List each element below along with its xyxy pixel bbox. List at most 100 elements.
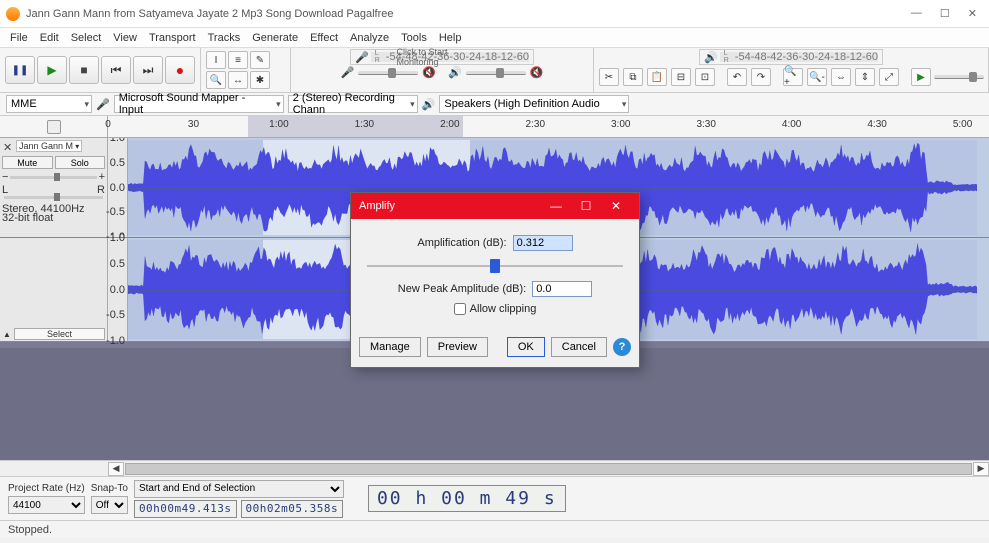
fit-selection-button[interactable]: ⇔ [831, 68, 851, 86]
paste-button[interactable]: 📋 [647, 68, 667, 86]
play-at-speed-button[interactable]: ▶ [911, 68, 931, 86]
dialog-maximize-button[interactable]: ☐ [571, 199, 601, 213]
ok-button[interactable]: OK [507, 337, 545, 357]
cut-button[interactable]: ✂ [599, 68, 619, 86]
zoom-tool[interactable]: 🔍 [206, 71, 226, 89]
undo-button[interactable]: ↶ [727, 68, 747, 86]
amplify-dialog: Amplify — ☐ ✕ Amplification (dB): New Pe… [350, 192, 640, 368]
new-peak-label: New Peak Amplitude (dB): [398, 283, 526, 295]
app-icon [6, 7, 20, 21]
menu-select[interactable]: Select [71, 32, 102, 44]
pause-icon [12, 64, 29, 76]
mute-button[interactable]: Mute [2, 156, 53, 169]
skip-start-button[interactable] [101, 56, 131, 84]
selection-end-field[interactable]: 00h02m05.358s [241, 500, 344, 518]
zoom-in-button[interactable]: 🔍+ [783, 68, 803, 86]
selection-toolbar: Project Rate (Hz) 44100 Snap-To Off Star… [0, 476, 989, 520]
selection-start-field[interactable]: 00h00m49.413s [134, 500, 237, 518]
window-titlebar: Jann Gann Mann from Satyameva Jayate 2 M… [0, 0, 989, 28]
window-close-button[interactable]: ✕ [968, 7, 977, 20]
dialog-titlebar[interactable]: Amplify — ☐ ✕ [351, 193, 639, 219]
selection-mode-combo[interactable]: Start and End of Selection [134, 480, 344, 498]
recording-meter[interactable]: 🎤 LR Click to Start Monitoring -54-48-42… [350, 49, 534, 65]
menu-generate[interactable]: Generate [252, 32, 298, 44]
help-button[interactable]: ? [613, 338, 631, 356]
menu-file[interactable]: File [10, 32, 28, 44]
zoom-toggle-button[interactable]: ⤢ [879, 68, 899, 86]
window-title: Jann Gann Mann from Satyameva Jayate 2 M… [26, 8, 911, 20]
window-minimize-button[interactable]: — [911, 7, 922, 20]
solo-button[interactable]: Solo [55, 156, 106, 169]
skip-end-button[interactable] [133, 56, 163, 84]
playback-meter[interactable]: 🔊 LR -54-48-42-36-30-24-18-12-60 [699, 49, 883, 65]
snap-to-label: Snap-To [91, 483, 128, 494]
zoom-out-button[interactable]: 🔍- [807, 68, 827, 86]
new-peak-input[interactable] [532, 281, 592, 297]
amplification-input[interactable] [513, 235, 573, 251]
pause-button[interactable] [5, 56, 35, 84]
project-rate-label: Project Rate (Hz) [8, 483, 85, 494]
recording-channels-combo[interactable]: 2 (Stereo) Recording Chann [288, 95, 418, 113]
redo-button[interactable]: ↷ [751, 68, 771, 86]
play-button[interactable] [37, 56, 67, 84]
copy-button[interactable]: ⧉ [623, 68, 643, 86]
stop-button[interactable] [69, 56, 99, 84]
horizontal-scrollbar[interactable]: ◀ ▶ [0, 460, 989, 476]
mic-device-icon: 🎤 [96, 98, 110, 111]
scroll-left-button[interactable]: ◀ [108, 462, 124, 476]
menu-effect[interactable]: Effect [310, 32, 338, 44]
manage-button[interactable]: Manage [359, 337, 421, 357]
window-maximize-button[interactable]: ☐ [940, 7, 950, 20]
silence-button[interactable]: ⊡ [695, 68, 715, 86]
menu-view[interactable]: View [113, 32, 137, 44]
speaker-icon: 🔊 [448, 66, 462, 79]
scroll-right-button[interactable]: ▶ [973, 462, 989, 476]
mic-mute-icon: 🔇 [422, 66, 436, 79]
menu-transport[interactable]: Transport [149, 32, 196, 44]
recording-device-combo[interactable]: Microsoft Sound Mapper - Input [114, 95, 284, 113]
gain-slider[interactable]: −+ [2, 171, 105, 183]
track-name-dropdown[interactable]: Jann Gann M [16, 140, 82, 152]
cancel-button[interactable]: Cancel [551, 337, 607, 357]
snap-to-combo[interactable]: Off [91, 496, 128, 514]
menu-tracks[interactable]: Tracks [208, 32, 241, 44]
rec-meter-label: Click to Start Monitoring [397, 47, 488, 67]
playback-device-combo[interactable]: Speakers (High Definition Audio [439, 95, 629, 113]
dialog-close-button[interactable]: ✕ [601, 199, 631, 213]
amplification-slider[interactable] [367, 257, 623, 275]
timeline-ruler[interactable]: 0301:001:302:002:303:003:304:004:305:00 [0, 116, 989, 138]
mic-icon: 🎤 [355, 51, 369, 64]
play-speed-slider[interactable] [934, 67, 984, 87]
allow-clipping-checkbox[interactable] [454, 303, 466, 315]
menu-bar: File Edit Select View Transport Tracks Generat… [0, 28, 989, 48]
record-button[interactable] [165, 56, 195, 84]
menu-help[interactable]: Help [439, 32, 462, 44]
menu-tools[interactable]: Tools [401, 32, 427, 44]
skip-end-icon [143, 63, 154, 78]
recording-volume-slider[interactable]: 🎤 🔇 [335, 66, 442, 79]
track-control-panel-lower: ▲ Select [0, 238, 108, 341]
menu-analyze[interactable]: Analyze [350, 32, 389, 44]
pinned-play-head-button[interactable] [47, 120, 61, 134]
track-select-button[interactable]: Select [14, 328, 105, 340]
draw-tool[interactable]: ✎ [250, 51, 270, 69]
preview-button[interactable]: Preview [427, 337, 488, 357]
track-collapse-button[interactable]: ▲ [3, 330, 11, 339]
audio-position-display[interactable]: 00 h 00 m 49 s [368, 485, 566, 512]
stop-icon [80, 63, 87, 77]
track-close-button[interactable]: ✕ [3, 141, 12, 154]
multi-tool[interactable]: ✱ [250, 71, 270, 89]
dialog-minimize-button[interactable]: — [541, 199, 571, 213]
fit-project-button[interactable]: ⇕ [855, 68, 875, 86]
envelope-tool[interactable]: ≡ [228, 51, 248, 69]
trim-button[interactable]: ⊟ [671, 68, 691, 86]
project-rate-combo[interactable]: 44100 [8, 496, 85, 514]
device-toolbar: MME 🎤 Microsoft Sound Mapper - Input 2 (… [0, 93, 989, 116]
selection-tool[interactable]: I [206, 51, 226, 69]
timeshift-tool[interactable]: ↔ [228, 71, 248, 89]
playback-volume-slider[interactable]: 🔊 🔇 [442, 66, 549, 79]
pan-left-label: L [2, 184, 8, 196]
audio-host-combo[interactable]: MME [6, 95, 92, 113]
pan-slider[interactable] [2, 196, 105, 199]
menu-edit[interactable]: Edit [40, 32, 59, 44]
